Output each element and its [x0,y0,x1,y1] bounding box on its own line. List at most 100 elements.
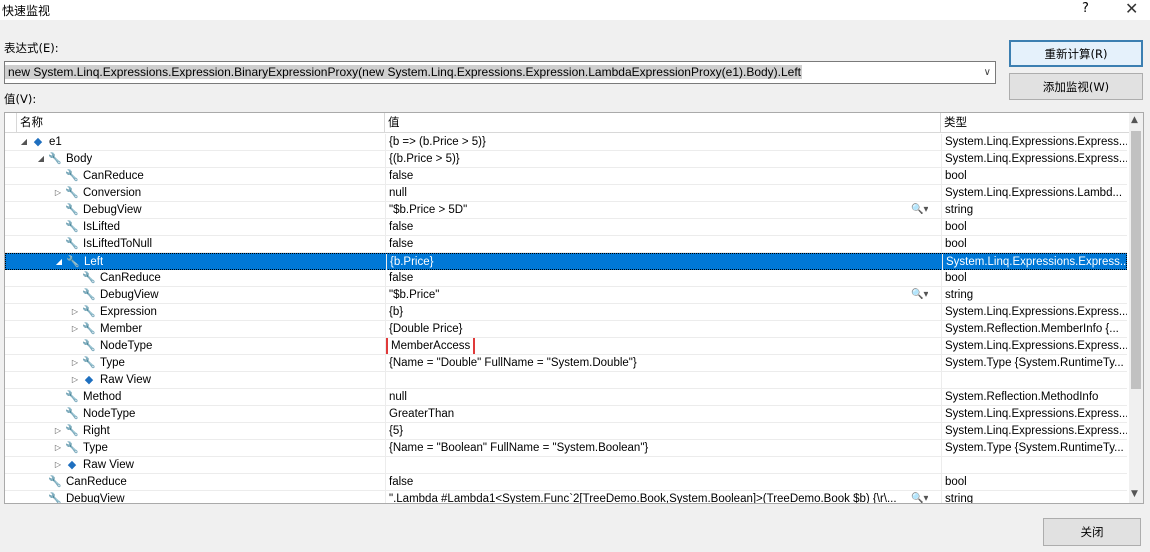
row-type: bool [941,270,1127,286]
column-header-name[interactable]: 名称 [17,113,385,133]
close-icon[interactable]: ✕ [1125,0,1138,18]
column-header-value[interactable]: 值 [385,113,941,133]
row-value[interactable]: {b.Price} [386,254,934,270]
collapse-icon[interactable]: ◢ [36,151,46,167]
table-row[interactable]: 🔧 DebugView "$b.Price" 🔍▾ string [5,287,1127,304]
expand-icon[interactable]: ▷ [70,321,80,337]
table-row[interactable]: 🔧 IsLifted false bool [5,219,1127,236]
table-row[interactable]: 🔧 NodeType GreaterThan System.Linq.Expressi… [5,406,1127,423]
table-row[interactable]: ▷ 🔧 Type {Name = "Double" FullName = "Syste… [5,355,1127,372]
expand-icon[interactable]: ▷ [70,372,80,388]
row-name: Member [100,323,143,335]
row-value[interactable]: {5} [385,423,933,439]
expand-icon[interactable]: ▷ [70,355,80,371]
collapse-icon[interactable]: ◢ [54,254,64,270]
expand-icon[interactable]: ▷ [53,423,63,439]
table-row[interactable]: 🔧 NodeType MemberAccess System.Linq.Express… [5,338,1127,355]
row-value[interactable]: false [385,270,933,286]
row-name: Type [83,442,108,454]
row-value[interactable]: false [385,168,933,184]
table-row[interactable]: ◢ 🔧 Body {(b.Price > 5)} System.Linq.Express… [5,151,1127,168]
expand-icon[interactable]: ▷ [53,440,63,456]
chevron-down-icon[interactable]: ∨ [984,62,991,83]
row-name: Type [100,357,125,369]
visualizer-magnifier-icon[interactable]: 🔍▾ [911,202,928,218]
scroll-up-icon[interactable]: ▲ [1131,115,1138,125]
row-name: Conversion [83,187,142,199]
property-wrench-icon: 🔧 [82,340,96,352]
row-type: System.Linq.Expressions.Express... [941,338,1127,354]
row-name: e1 [49,136,62,148]
scroll-thumb[interactable] [1131,131,1141,389]
table-row[interactable]: 🔧 IsLiftedToNull false bool [5,236,1127,253]
row-value[interactable] [385,372,933,388]
row-value[interactable]: null [385,185,933,201]
row-value[interactable]: {b => (b.Price > 5)} [385,134,933,150]
row-value[interactable]: {Name = "Boolean" FullName = "System.Boo… [385,440,933,456]
property-wrench-icon: 🔧 [48,476,62,488]
row-name: Left [84,256,104,268]
expand-icon[interactable]: ▷ [53,457,63,473]
row-name: CanReduce [66,476,127,488]
table-row[interactable]: 🔧 Method null System.Reflection.MethodInfo [5,389,1127,406]
expression-input[interactable]: new System.Linq.Expressions.Expression.B… [4,61,996,84]
row-value[interactable]: ".Lambda #Lambda1<System.Func`2[TreeDemo… [385,491,933,503]
table-row[interactable]: ▷ ◆ Raw View [5,457,1127,474]
row-type: string [941,202,1127,218]
property-wrench-icon: 🔧 [48,153,62,165]
row-value[interactable]: false [385,219,933,235]
row-value[interactable]: "$b.Price > 5D" [385,202,933,218]
expand-icon[interactable]: ▷ [53,185,63,201]
row-value[interactable]: MemberAccess [385,338,933,354]
table-row[interactable]: 🔧 CanReduce false bool [5,168,1127,185]
row-value[interactable]: {Name = "Double" FullName = "System.Doub… [385,355,933,371]
table-row[interactable]: ▷ 🔧 Right {5} System.Linq.Expressions.Expres… [5,423,1127,440]
row-value[interactable]: {Double Price} [385,321,933,337]
expression-text: new System.Linq.Expressions.Expression.B… [5,65,803,79]
visualizer-magnifier-icon[interactable]: 🔍▾ [911,287,928,303]
table-row[interactable]: ◢ ◆ e1 {b => (b.Price > 5)} System.Linq.Expr… [5,134,1127,151]
table-row[interactable]: ▷ 🔧 Type {Name = "Boolean" FullName = "Syst… [5,440,1127,457]
help-icon[interactable]: ? [1082,1,1089,16]
vertical-scrollbar[interactable]: ▲ ▼ [1129,113,1143,503]
table-row[interactable]: 🔧 CanReduce false bool [5,270,1127,287]
recalculate-button[interactable]: 重新计算(R) [1009,40,1143,67]
row-value[interactable] [385,457,933,473]
row-value[interactable]: GreaterThan [385,406,933,422]
row-value[interactable]: null [385,389,933,405]
row-type: System.Reflection.MethodInfo [941,389,1127,405]
table-row[interactable]: ▷ 🔧 Expression {b} System.Linq.Expressions.E… [5,304,1127,321]
table-row[interactable]: ◢ 🔧 Left {b.Price} System.Linq.Expressions.E… [5,253,1128,270]
row-name: CanReduce [83,170,144,182]
row-value[interactable]: false [385,236,933,252]
row-value[interactable]: {(b.Price > 5)} [385,151,933,167]
table-row[interactable]: ▷ 🔧 Conversion null System.Linq.Expressions.… [5,185,1127,202]
row-value[interactable]: false [385,474,933,490]
table-row[interactable]: ▷ 🔧 Member {Double Price} System.Reflection.… [5,321,1127,338]
scroll-down-icon[interactable]: ▼ [1131,489,1138,499]
header-spacer [5,113,17,133]
row-type: bool [941,474,1127,490]
table-row[interactable]: 🔧 DebugView "$b.Price > 5D" 🔍▾ string [5,202,1127,219]
row-type: string [941,287,1127,303]
expand-icon[interactable]: ▷ [70,304,80,320]
visualizer-magnifier-icon[interactable]: 🔍▾ [911,491,928,503]
collapse-icon[interactable]: ◢ [19,134,29,150]
row-name: Expression [100,306,157,318]
add-watch-button[interactable]: 添加监视(W) [1009,73,1143,100]
table-row[interactable]: ▷ ◆ Raw View [5,372,1127,389]
column-header-type[interactable]: 类型 [941,113,1129,133]
table-row[interactable]: 🔧 DebugView ".Lambda #Lambda1<System.Func`… [5,491,1127,503]
row-type: string [941,491,1127,503]
property-wrench-icon: 🔧 [82,289,96,301]
table-row[interactable]: 🔧 CanReduce false bool [5,474,1127,491]
row-name: DebugView [100,289,159,301]
close-button[interactable]: 关闭 [1043,518,1141,546]
row-value[interactable]: {b} [385,304,933,320]
row-value[interactable]: "$b.Price" [385,287,933,303]
